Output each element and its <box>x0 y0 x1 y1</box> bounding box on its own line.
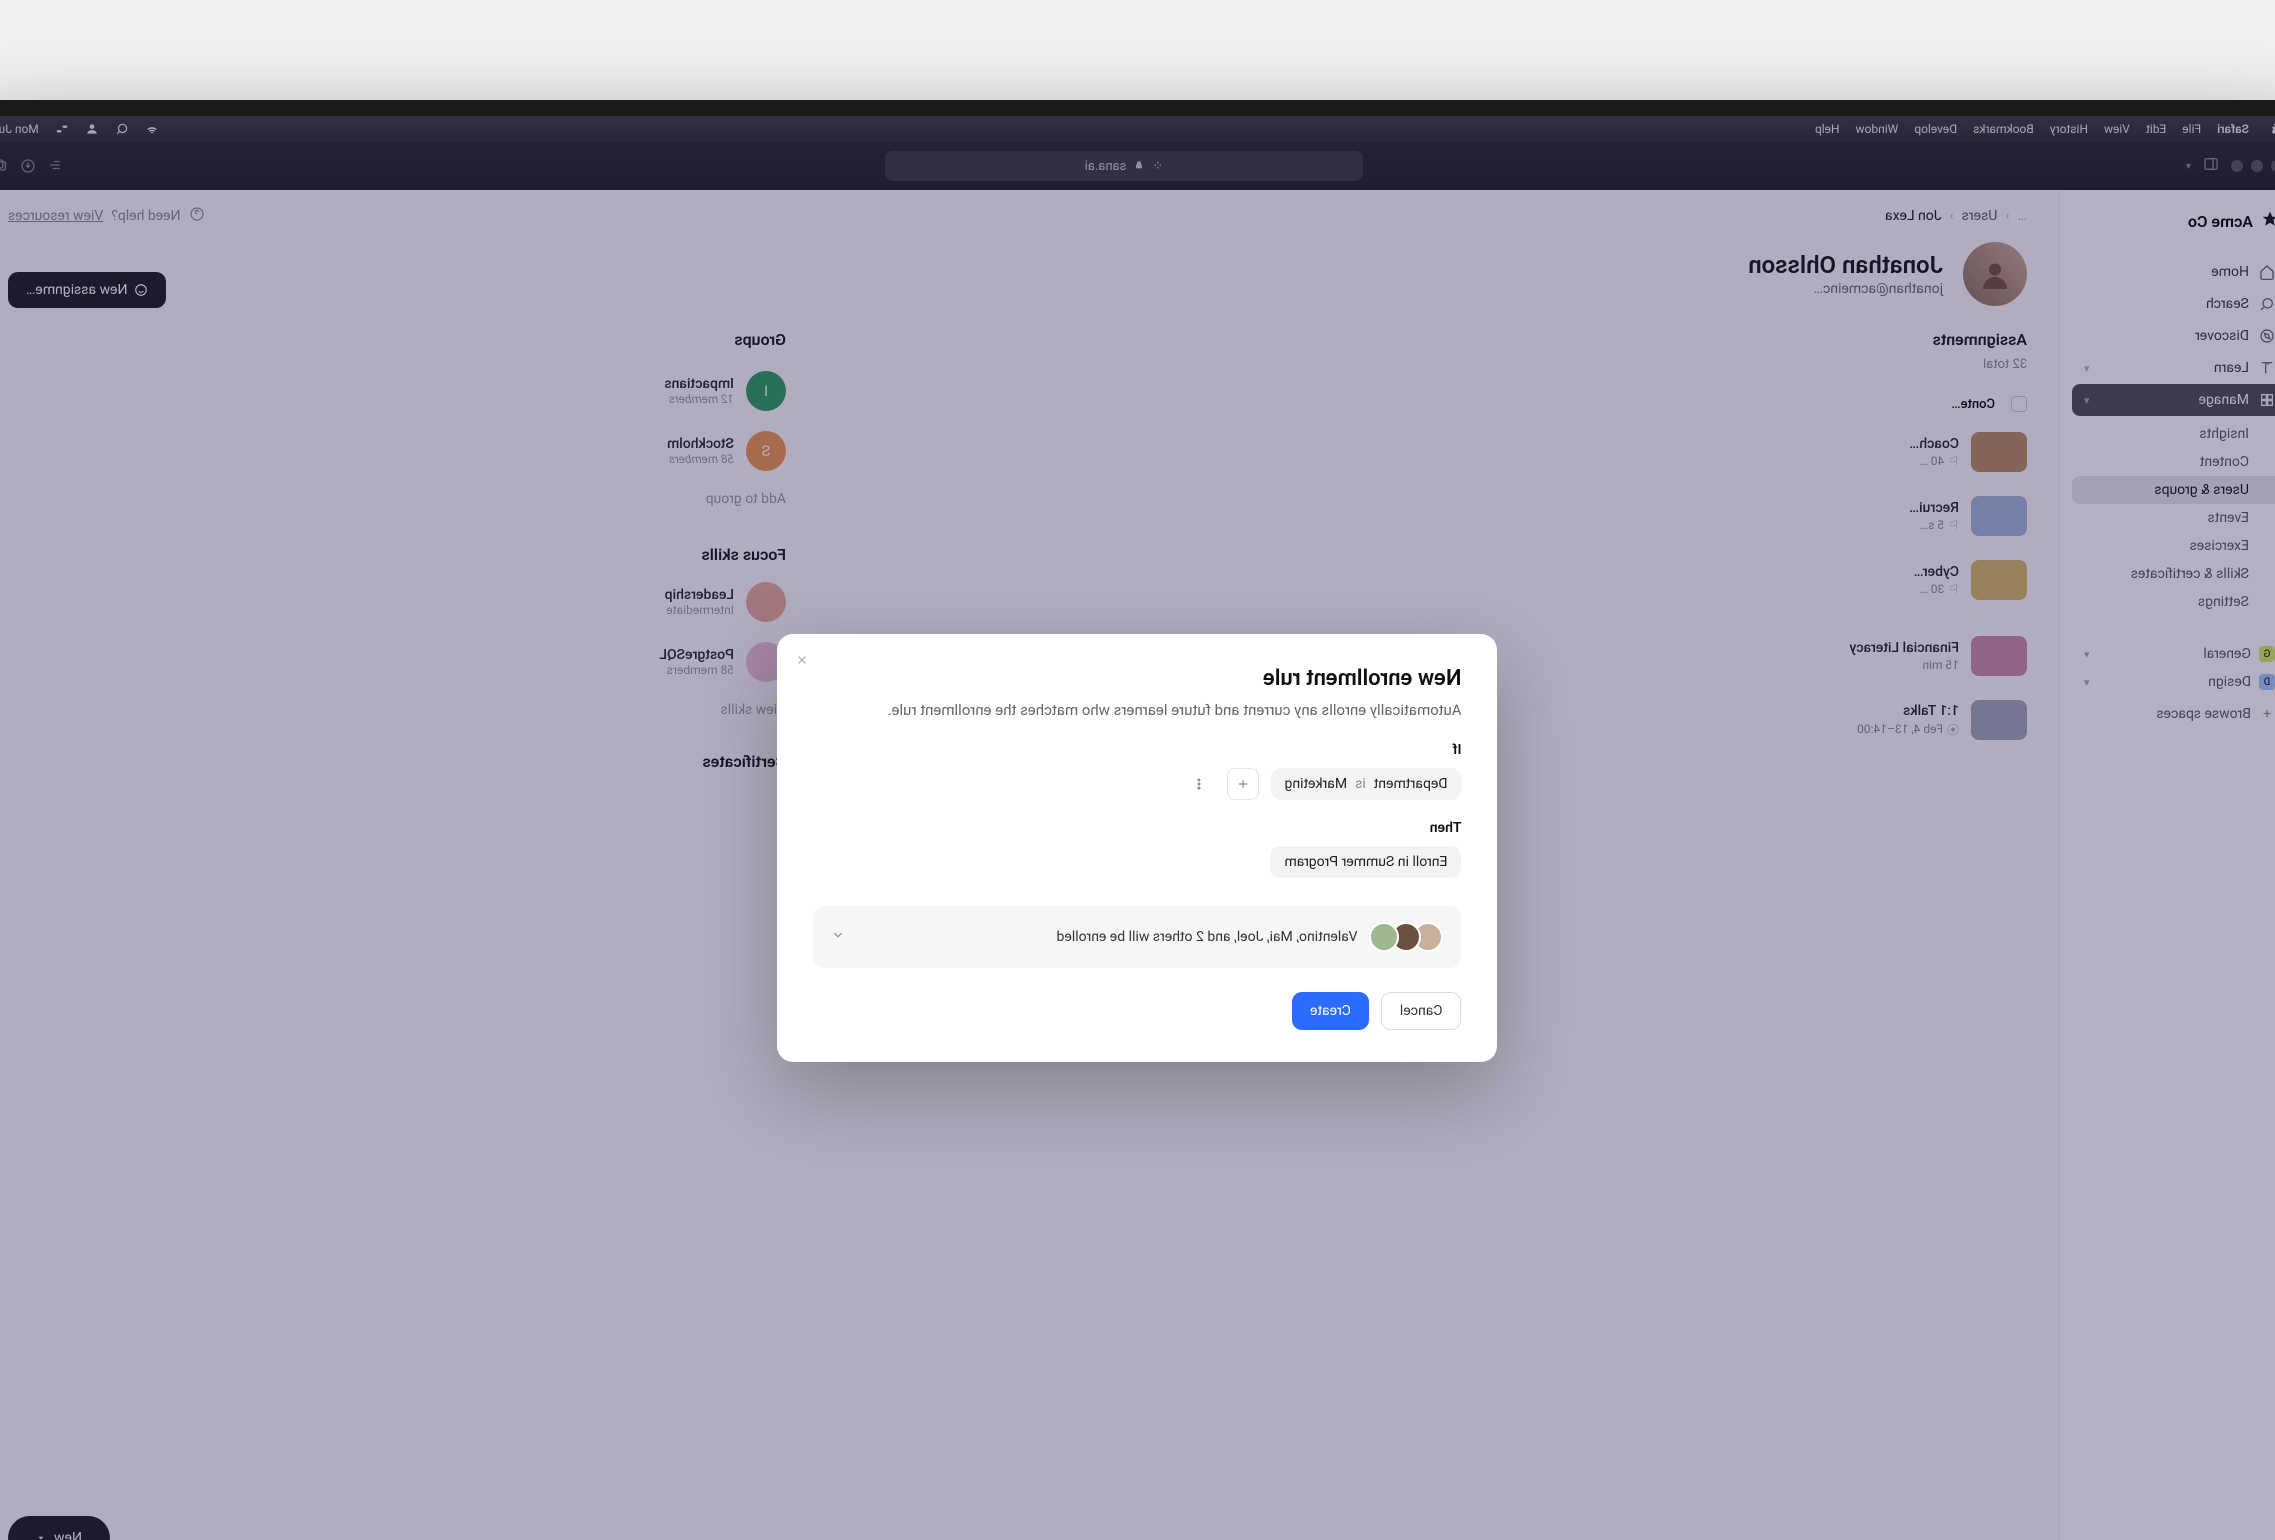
modal-title: New enrollment rule <box>814 666 1462 691</box>
then-label: Then <box>814 820 1462 836</box>
cond-value: Marketing <box>1285 776 1348 792</box>
if-label: If <box>814 742 1462 758</box>
action-chip[interactable]: Enroll in Summer Program <box>1270 846 1461 878</box>
chevron-down-icon <box>832 927 846 946</box>
modal-overlay: New enrollment rule Automatically enroll… <box>0 116 2275 1540</box>
cancel-button[interactable]: Cancel <box>1381 992 1462 1030</box>
preview-text: Valentino, Mai, Joel, and 2 others will … <box>858 929 1358 945</box>
condition-menu-button[interactable] <box>1183 768 1215 800</box>
preview-avatars <box>1370 922 1444 952</box>
add-condition-button[interactable] <box>1227 768 1259 800</box>
action-text: Enroll in Summer Program <box>1284 854 1447 870</box>
condition-chip[interactable]: Department is Marketing <box>1271 768 1462 800</box>
create-button[interactable]: Create <box>1292 992 1369 1030</box>
cond-field: Department <box>1374 776 1448 792</box>
modal-description: Automatically enrolls any current and fu… <box>814 699 1462 722</box>
close-modal-button[interactable] <box>796 652 810 671</box>
cond-op: is <box>1355 776 1366 792</box>
enrollment-modal: New enrollment rule Automatically enroll… <box>778 634 1498 1062</box>
preview-row[interactable]: Valentino, Mai, Joel, and 2 others will … <box>814 906 1462 968</box>
